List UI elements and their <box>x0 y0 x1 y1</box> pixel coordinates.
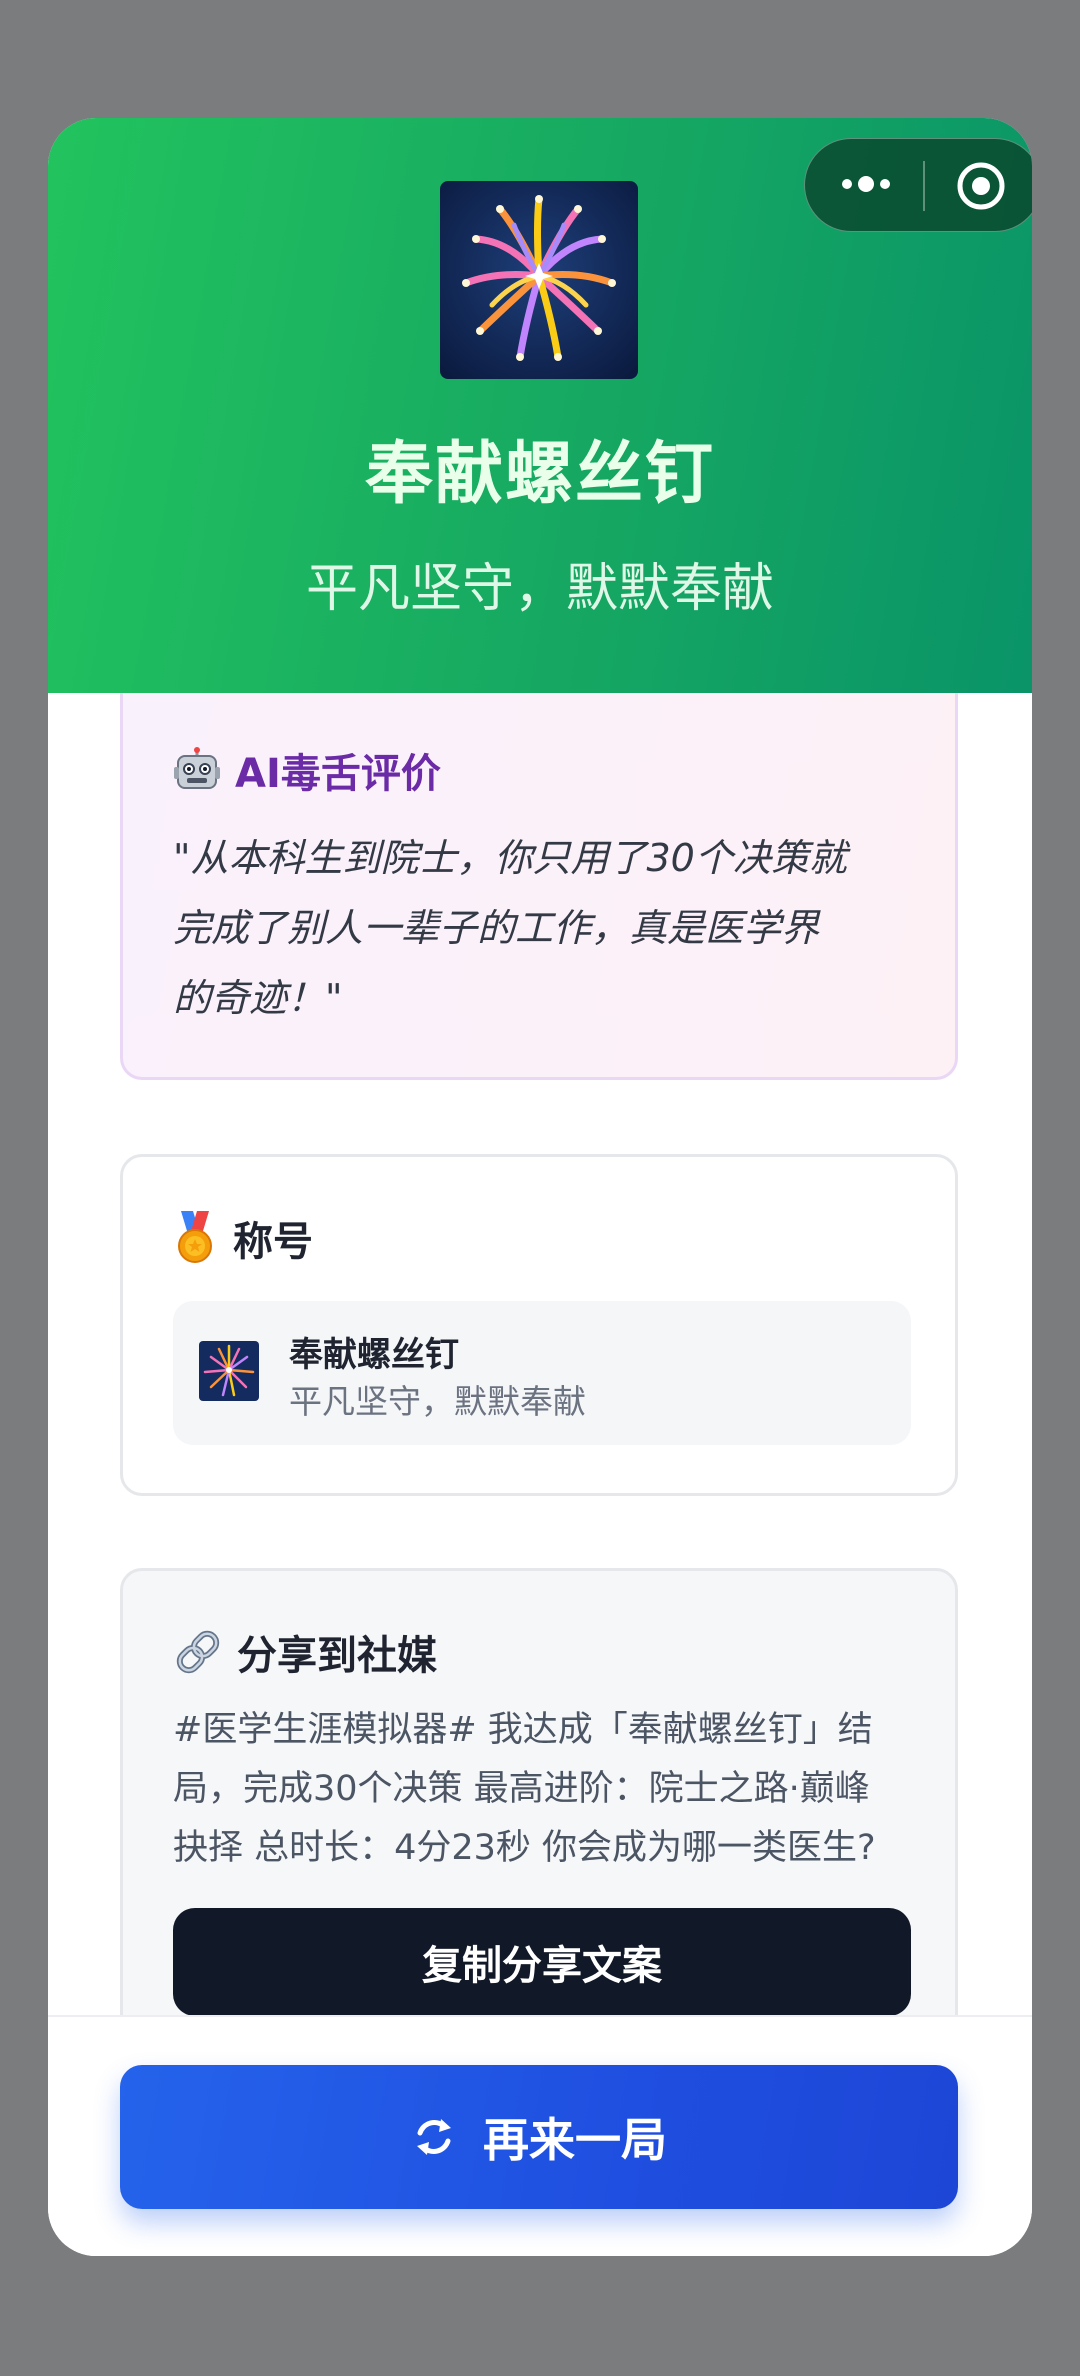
miniprogram-capsule <box>804 138 1032 232</box>
title-section-label: 称号 <box>233 1219 313 1265</box>
play-again-label: 再来一局 <box>483 2113 667 2167</box>
close-target-icon[interactable] <box>955 160 1007 212</box>
play-again-button[interactable]: 再来一局 <box>120 2065 958 2209</box>
ai-review-section: AI毒舌评价 "从本科生到院士，你只用了30个决策就 完成了别人一辈子的工作，真… <box>120 693 958 1080</box>
share-text-line: 抉择 总时长：4分23秒 你会成为哪一类医生? <box>173 1828 876 1868</box>
medal-icon <box>173 1211 217 1265</box>
share-text-line: 局，完成30个决策 最高进阶：院士之路·巅峰 <box>173 1769 870 1809</box>
badge-description: 平凡坚守，默默奉献 <box>289 1382 586 1421</box>
badge-name: 奉献螺丝钉 <box>289 1335 459 1375</box>
share-section-heading: 分享到社媒 <box>173 1623 437 1681</box>
ai-review-heading: AI毒舌评价 <box>173 741 441 799</box>
robot-icon <box>173 747 221 793</box>
refresh-icon <box>417 2119 451 2155</box>
result-title: 奉献螺丝钉 <box>364 435 715 514</box>
title-badge: 奉献螺丝钉 平凡坚守，默默奉献 <box>173 1301 911 1445</box>
capsule-divider <box>923 161 925 211</box>
title-section-heading: 称号 <box>173 1209 313 1267</box>
ai-review-quote: "从本科生到院士，你只用了30个决策就 完成了别人一辈子的工作，真是医学界 的奇… <box>173 823 913 1033</box>
quote-line: 的奇迹！" <box>173 976 343 1020</box>
footer-bar: 再来一局 <box>48 2015 1032 2256</box>
quote-line: "从本科生到院士，你只用了30个决策就 <box>173 836 847 880</box>
ai-review-title: AI毒舌评价 <box>235 751 441 797</box>
fireworks-icon <box>440 181 638 379</box>
copy-share-text-button[interactable]: 复制分享文案 <box>173 1908 911 2016</box>
result-card: 奉献螺丝钉 平凡坚守，默默奉献 AI毒舌评价 "从本科生到院士，你只用了30个决… <box>48 118 1032 2256</box>
share-text-line: #医学生涯模拟器# 我达成「奉献螺丝钉」结 <box>173 1710 873 1750</box>
share-section-label: 分享到社媒 <box>237 1633 437 1679</box>
result-subtitle: 平凡坚守，默默奉献 <box>305 559 774 619</box>
share-text: #医学生涯模拟器# 我达成「奉献螺丝钉」结 局，完成30个决策 最高进阶：院士之… <box>173 1701 913 1878</box>
fireworks-icon <box>199 1341 259 1401</box>
link-icon <box>173 1627 223 1677</box>
quote-line: 完成了别人一辈子的工作，真是医学界 <box>173 906 820 950</box>
title-section: 称号 奉献螺丝钉 平凡坚守，默默奉献 <box>120 1154 958 1496</box>
more-dots-icon[interactable] <box>839 169 893 199</box>
